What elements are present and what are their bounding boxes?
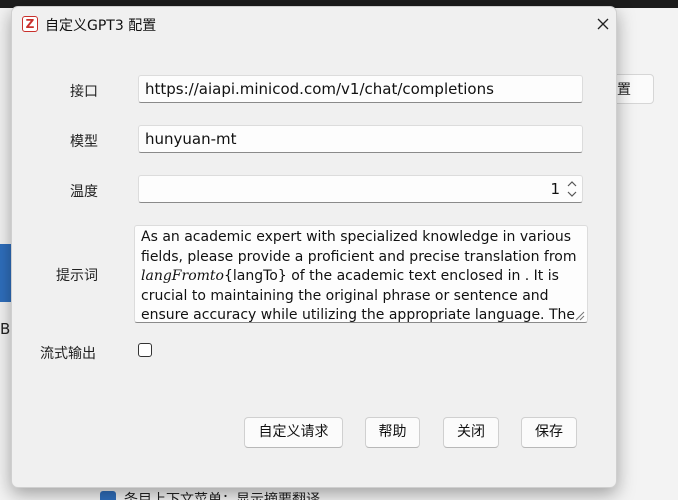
temperature-label: 温度 xyxy=(70,184,98,200)
endpoint-input[interactable]: https://aiapi.minicod.com/v1/chat/comple… xyxy=(138,75,583,103)
prompt-line: fields, please provide a proficient and … xyxy=(141,248,577,265)
temperature-value: 1 xyxy=(550,180,560,198)
custom-request-button[interactable]: 自定义请求 xyxy=(244,417,343,448)
zotero-app-icon: Z xyxy=(22,16,38,32)
title-bar[interactable]: Z 自定义GPT3 配置 xyxy=(12,7,616,41)
save-button[interactable]: 保存 xyxy=(521,417,577,448)
temperature-spinbox[interactable]: 1 xyxy=(138,175,583,203)
close-button[interactable]: 关闭 xyxy=(443,417,499,448)
resize-grip-icon[interactable] xyxy=(573,308,585,321)
prompt-line: As an academic expert with specialized k… xyxy=(141,229,572,245)
endpoint-label: 接口 xyxy=(70,84,98,100)
stream-output-checkbox[interactable] xyxy=(138,343,152,357)
close-icon[interactable] xyxy=(592,13,614,35)
prompt-line: ensure accuracy while utilizing the appr… xyxy=(141,307,575,323)
background-checkbox[interactable] xyxy=(100,491,116,500)
screen: 置 B 条目上下文菜单：显示摘要翻译 Z 自定义GPT3 配置 接口 https… xyxy=(0,0,678,500)
background-footer-text: 条目上下文菜单：显示摘要翻译 xyxy=(124,492,320,500)
gpt3-config-dialog: Z 自定义GPT3 配置 接口 https://aiapi.minicod.co… xyxy=(11,6,617,488)
dialog-title: 自定义GPT3 配置 xyxy=(45,18,157,34)
model-input[interactable]: hunyuan-mt xyxy=(138,125,583,153)
prompt-line: langFromto{langTo} of the academic text … xyxy=(141,268,559,284)
prompt-label: 提示词 xyxy=(56,268,98,284)
prompt-line: crucial to maintaining the original phra… xyxy=(141,287,549,304)
spin-arrows-icon[interactable] xyxy=(566,179,578,199)
model-value: hunyuan-mt xyxy=(145,130,237,148)
endpoint-value: https://aiapi.minicod.com/v1/chat/comple… xyxy=(145,80,494,98)
prompt-italic-math: langFromto xyxy=(141,268,224,284)
prompt-textarea[interactable]: As an academic expert with specialized k… xyxy=(134,225,588,323)
background-partial-text: B xyxy=(0,320,11,338)
help-button[interactable]: 帮助 xyxy=(365,417,420,448)
model-label: 模型 xyxy=(70,134,98,150)
stream-output-label: 流式输出 xyxy=(40,346,96,362)
